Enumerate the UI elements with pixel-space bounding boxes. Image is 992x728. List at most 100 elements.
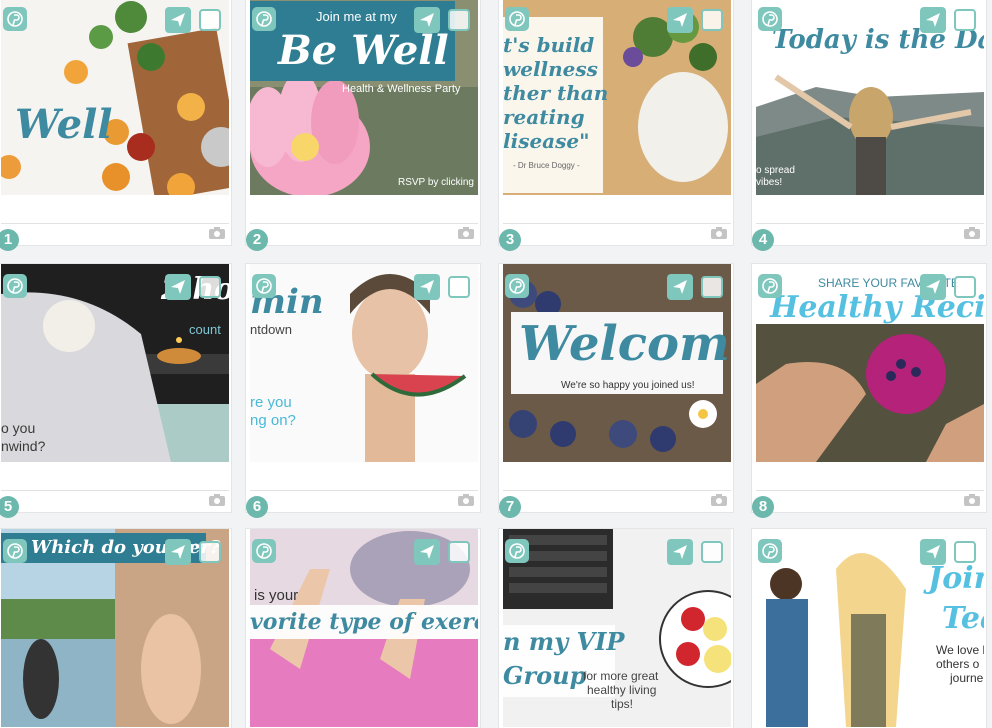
camera-icon[interactable] xyxy=(964,227,980,239)
post-image-12: Join Tea We love h others o journe xyxy=(756,529,984,727)
post-image-11: n my VIP Group for more great healthy li… xyxy=(503,529,731,727)
send-icon[interactable] xyxy=(920,7,946,33)
pinterest-icon[interactable] xyxy=(758,274,782,298)
post-image-1: Well xyxy=(1,0,229,195)
post-number-badge: 8 xyxy=(752,496,774,518)
post-image-2: Join me at my Be Well Health & Wellness … xyxy=(250,0,478,195)
post-number-badge: 7 xyxy=(499,496,521,518)
send-icon[interactable] xyxy=(165,274,191,300)
camera-icon[interactable] xyxy=(458,494,474,506)
select-checkbox[interactable] xyxy=(199,9,221,31)
select-checkbox[interactable] xyxy=(954,276,976,298)
post-text-12-1: Tea xyxy=(942,601,984,636)
post-number-badge: 6 xyxy=(246,496,268,518)
pinterest-icon[interactable] xyxy=(505,539,529,563)
send-icon[interactable] xyxy=(414,539,440,565)
post-text-3-3: reating xyxy=(503,105,585,129)
post-text-11-3: healthy living xyxy=(587,683,657,697)
post-text-12-3: others o xyxy=(936,657,980,671)
select-checkbox[interactable] xyxy=(701,9,723,31)
post-text-6-2: re you xyxy=(250,394,292,411)
post-text-8-1: Healthy Recipe xyxy=(770,290,984,325)
send-icon[interactable] xyxy=(920,274,946,300)
caption-bar[interactable] xyxy=(503,490,731,510)
post-text-5-1: count xyxy=(189,322,221,337)
camera-icon[interactable] xyxy=(711,494,727,506)
post-card-10[interactable]: is your vorite type of exercise xyxy=(245,528,481,728)
camera-icon[interactable] xyxy=(458,227,474,239)
pinterest-icon[interactable] xyxy=(3,7,27,31)
post-card-2[interactable]: Join me at my Be Well Health & Wellness … xyxy=(245,0,481,251)
post-text-4-0: Today is the Day xyxy=(772,25,984,55)
post-card-3[interactable]: t's build wellness ther than reating lis… xyxy=(498,0,734,251)
camera-icon[interactable] xyxy=(711,227,727,239)
pinterest-icon[interactable] xyxy=(252,7,276,31)
post-text-2-3: RSVP by clicking xyxy=(398,177,474,188)
pinterest-icon[interactable] xyxy=(758,539,782,563)
pinterest-icon[interactable] xyxy=(252,539,276,563)
send-icon[interactable] xyxy=(414,274,440,300)
post-card-11[interactable]: n my VIP Group for more great healthy li… xyxy=(498,528,734,728)
post-card-6[interactable]: min ntdown re you ng on? 6 xyxy=(245,263,481,518)
pinterest-icon[interactable] xyxy=(758,7,782,31)
select-checkbox[interactable] xyxy=(954,9,976,31)
caption-bar[interactable] xyxy=(250,223,478,243)
select-checkbox[interactable] xyxy=(701,276,723,298)
post-text-11-1: Group xyxy=(503,661,587,690)
send-icon[interactable] xyxy=(667,274,693,300)
post-image-5: 2 ho count o you nwind? xyxy=(1,264,229,462)
select-checkbox[interactable] xyxy=(448,276,470,298)
post-text-11-0: n my VIP xyxy=(503,627,625,656)
caption-bar[interactable] xyxy=(756,223,984,243)
caption-bar[interactable] xyxy=(756,490,984,510)
post-text-10-0: is your xyxy=(254,587,299,604)
post-text-10-1: vorite type of exercise xyxy=(250,609,478,635)
select-checkbox[interactable] xyxy=(199,541,221,563)
post-card-7[interactable]: Welcome We're so happy you joined us! 7 xyxy=(498,263,734,518)
post-card-9[interactable]: Which do you pr er? xyxy=(0,528,232,728)
post-card-4[interactable]: Today is the Day o spread vibes! 4 xyxy=(751,0,987,251)
pinterest-icon[interactable] xyxy=(3,539,27,563)
send-icon[interactable] xyxy=(667,7,693,33)
send-icon[interactable] xyxy=(165,539,191,565)
pinterest-icon[interactable] xyxy=(252,274,276,298)
post-text-3-1: wellness xyxy=(503,57,598,81)
post-image-7: Welcome We're so happy you joined us! xyxy=(503,264,731,462)
post-text-12-4: journe xyxy=(950,671,984,685)
camera-icon[interactable] xyxy=(964,494,980,506)
post-text-3-0: t's build xyxy=(503,33,595,57)
post-card-5[interactable]: 2 ho count o you nwind? 5 xyxy=(0,263,232,518)
select-checkbox[interactable] xyxy=(701,541,723,563)
camera-icon[interactable] xyxy=(209,227,225,239)
post-text-3-4: lisease" xyxy=(503,129,590,153)
yoga-photo xyxy=(1,529,229,727)
send-icon[interactable] xyxy=(414,7,440,33)
post-card-12[interactable]: Join Tea We love h others o journe xyxy=(751,528,987,728)
post-image-6: min ntdown re you ng on? xyxy=(250,264,478,462)
select-checkbox[interactable] xyxy=(199,276,221,298)
post-card-8[interactable]: SHARE YOUR FAVORITE Healthy Recipe 8 xyxy=(751,263,987,518)
post-text-5-2: o you xyxy=(1,420,36,436)
post-number-badge: 4 xyxy=(752,229,774,251)
send-icon[interactable] xyxy=(667,539,693,565)
post-number-badge: 3 xyxy=(499,229,521,251)
caption-bar[interactable] xyxy=(503,223,731,243)
pinterest-icon[interactable] xyxy=(3,274,27,298)
caption-bar[interactable] xyxy=(1,490,229,510)
post-text-12-2: We love h xyxy=(936,643,984,657)
post-image-10: is your vorite type of exercise xyxy=(250,529,478,727)
post-number-badge: 1 xyxy=(0,229,19,251)
pinterest-icon[interactable] xyxy=(505,274,529,298)
caption-bar[interactable] xyxy=(250,490,478,510)
camera-icon[interactable] xyxy=(209,494,225,506)
select-checkbox[interactable] xyxy=(448,9,470,31)
send-icon[interactable] xyxy=(920,539,946,565)
send-icon[interactable] xyxy=(165,7,191,33)
caption-bar[interactable] xyxy=(1,223,229,243)
pinterest-icon[interactable] xyxy=(505,7,529,31)
select-checkbox[interactable] xyxy=(448,541,470,563)
select-checkbox[interactable] xyxy=(954,541,976,563)
fruit-photo xyxy=(1,1,229,195)
post-card-1[interactable]: Well 1 xyxy=(0,0,232,251)
post-text-2-0: Join me at my xyxy=(316,9,397,24)
